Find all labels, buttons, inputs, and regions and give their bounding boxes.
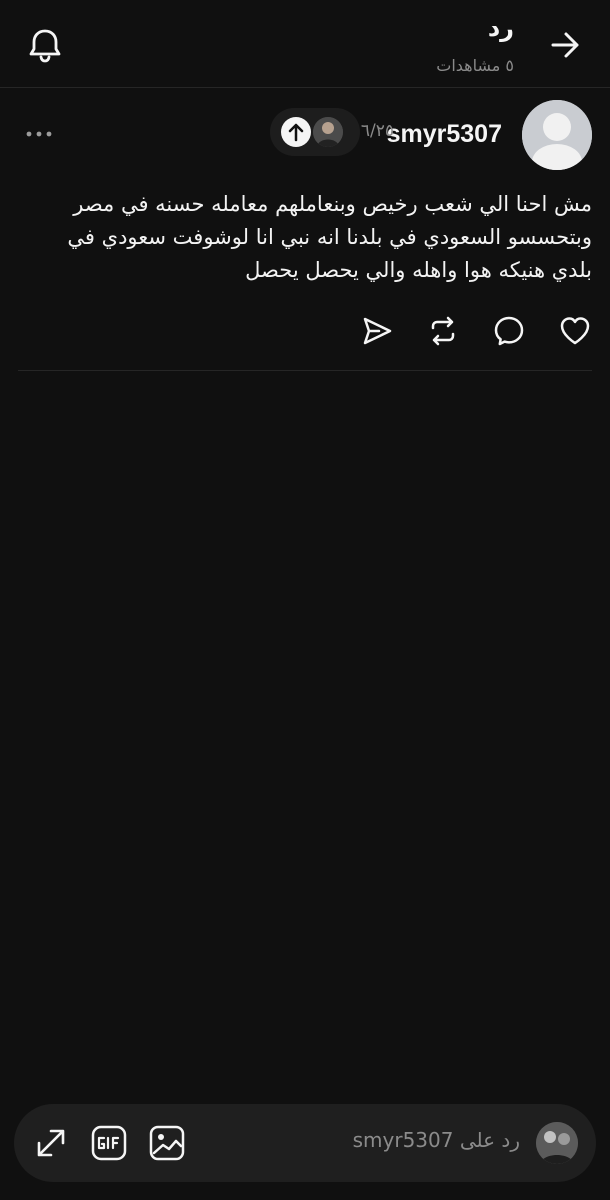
- repost-icon: [431, 316, 455, 346]
- gif-icon: [91, 1125, 127, 1161]
- repost-button[interactable]: [426, 314, 460, 348]
- page-title: رد: [487, 14, 514, 42]
- post-body: مش احنا الي شعب رخيص وبنعاملهم معامله حس…: [67, 192, 592, 282]
- heart-icon: [560, 317, 590, 345]
- thread-avatar: [313, 117, 343, 147]
- post: smyr5307 ٦/٢٥ مش احنا الي شعب رخيص وبنعا…: [18, 88, 592, 371]
- image-button[interactable]: [148, 1124, 186, 1162]
- send-icon: [363, 317, 392, 345]
- image-icon: [149, 1125, 185, 1161]
- profile-photo-icon: [313, 117, 343, 147]
- current-user-avatar: [536, 1122, 578, 1164]
- expand-button[interactable]: [32, 1124, 70, 1162]
- scroll-up-button[interactable]: [281, 117, 311, 147]
- default-avatar-icon: [522, 100, 592, 170]
- like-button[interactable]: [558, 314, 592, 348]
- share-button[interactable]: [360, 314, 394, 348]
- arrow-up-icon: [288, 123, 304, 142]
- comment-button[interactable]: [492, 314, 526, 348]
- arrow-right-icon: [551, 32, 579, 58]
- bell-icon: [29, 29, 61, 63]
- comment-icon: [494, 316, 524, 346]
- gif-button[interactable]: [90, 1124, 128, 1162]
- back-button[interactable]: [546, 26, 584, 64]
- reply-input[interactable]: رد على smyr5307: [270, 1128, 520, 1158]
- thread-navigator[interactable]: [270, 108, 360, 156]
- post-author-username[interactable]: smyr5307: [387, 120, 502, 149]
- more-options-button[interactable]: [22, 122, 56, 146]
- thread-position: ٦/٢٥: [360, 121, 394, 141]
- profile-photo-icon: [536, 1122, 578, 1164]
- top-bar: رد ٥ مشاهدات: [0, 0, 610, 88]
- notifications-button[interactable]: [24, 24, 66, 66]
- view-count: ٥ مشاهدات: [436, 56, 514, 75]
- reply-screen: رد ٥ مشاهدات smyr5307 ٦/٢٥ مش احنا الي ش…: [0, 0, 610, 1200]
- more-horizontal-icon: [26, 131, 52, 137]
- reply-composer: رد على smyr5307: [14, 1104, 596, 1182]
- expand-icon: [37, 1129, 65, 1157]
- avatar[interactable]: [522, 100, 592, 170]
